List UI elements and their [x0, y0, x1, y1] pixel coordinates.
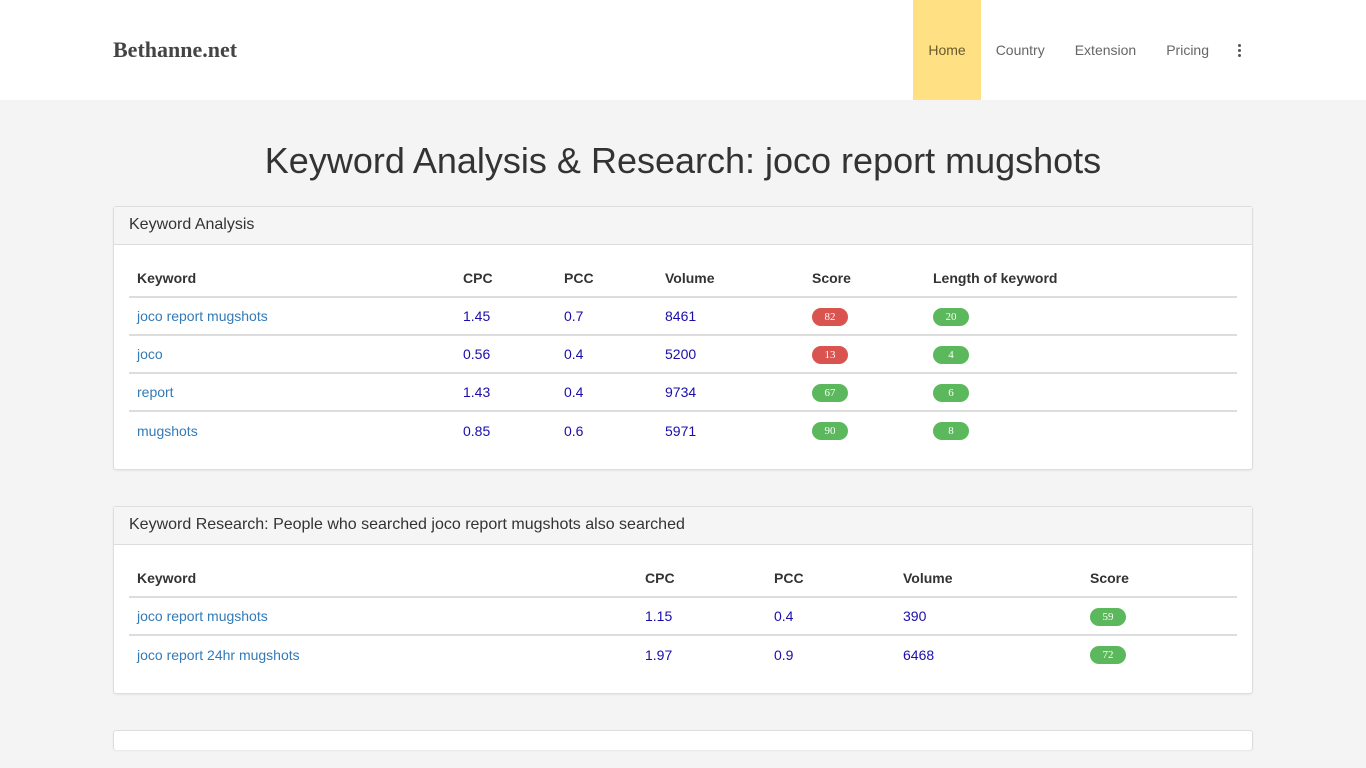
pcc-value: 0.6 — [564, 422, 584, 439]
table-header-row: Keyword CPC PCC Volume Score Length of k… — [129, 260, 1237, 298]
more-menu-button[interactable] — [1224, 0, 1253, 100]
volume-value: 390 — [895, 597, 1082, 636]
volume-value: 9734 — [657, 373, 804, 412]
score-badge: 90 — [812, 422, 848, 440]
cpc-value: 0.56 — [455, 335, 556, 374]
column-header: PCC — [556, 260, 657, 298]
column-header: Volume — [895, 560, 1082, 598]
pcc-value: 0.9 — [774, 646, 794, 663]
column-header: Score — [804, 260, 925, 298]
score-badge: 72 — [1090, 646, 1126, 664]
keyword-analysis-table: Keyword CPC PCC Volume Score Length of k… — [129, 260, 1237, 449]
pcc-value: 0.7 — [556, 297, 657, 336]
length-badge: 6 — [933, 383, 969, 402]
keyword-link[interactable]: joco report mugshots — [137, 308, 268, 324]
score-badge: 13 — [812, 345, 848, 364]
next-panel — [113, 730, 1253, 750]
column-header: PCC — [766, 560, 895, 598]
keyword-link[interactable]: mugshots — [137, 423, 198, 439]
pcc-value: 0.4 — [766, 597, 895, 636]
keyword-link[interactable]: joco — [137, 346, 163, 362]
table-row: mugshots 0.85 0.6 5971 90 8 — [129, 411, 1237, 449]
column-header: Score — [1082, 560, 1237, 598]
nav-extension[interactable]: Extension — [1060, 0, 1151, 100]
length-badge: 20 — [933, 307, 969, 326]
keyword-link[interactable]: joco report 24hr mugshots — [137, 647, 300, 663]
score-badge: 67 — [812, 383, 848, 402]
pcc-value: 0.4 — [556, 373, 657, 412]
volume-value: 6468 — [903, 646, 935, 663]
nav-pricing[interactable]: Pricing — [1151, 0, 1224, 100]
cpc-value: 1.97 — [645, 646, 673, 663]
score-badge: 82 — [812, 307, 848, 326]
vertical-ellipsis-icon — [1238, 43, 1241, 57]
column-header: Volume — [657, 260, 804, 298]
keyword-analysis-panel: Keyword Analysis Keyword CPC PCC Volume … — [113, 206, 1253, 470]
volume-value: 5971 — [665, 422, 697, 439]
score-badge: 59 — [1090, 607, 1126, 626]
column-header: CPC — [637, 560, 766, 598]
brand-logo[interactable]: Bethanne.net — [113, 37, 237, 63]
table-row: joco report 24hr mugshots 1.97 0.9 6468 … — [129, 635, 1237, 673]
table-row: joco report mugshots 1.15 0.4 390 59 — [129, 597, 1237, 636]
panel-heading: Keyword Analysis — [114, 207, 1252, 245]
length-badge: 4 — [933, 345, 969, 364]
length-badge: 8 — [933, 422, 969, 440]
cpc-value: 0.85 — [463, 422, 491, 439]
keyword-research-panel: Keyword Research: People who searched jo… — [113, 506, 1253, 694]
column-header: Keyword — [129, 560, 637, 598]
volume-value: 5200 — [657, 335, 804, 374]
keyword-link[interactable]: report — [137, 384, 174, 400]
table-row: report 1.43 0.4 9734 67 6 — [129, 373, 1237, 412]
cpc-value: 1.43 — [455, 373, 556, 412]
column-header: Length of keyword — [925, 260, 1237, 298]
table-row: joco report mugshots 1.45 0.7 8461 82 20 — [129, 297, 1237, 336]
volume-value: 8461 — [657, 297, 804, 336]
column-header: CPC — [455, 260, 556, 298]
navbar: Bethanne.net Home Country Extension Pric… — [0, 0, 1366, 100]
column-header: Keyword — [129, 260, 455, 298]
keyword-link[interactable]: joco report mugshots — [137, 608, 268, 624]
table-row: joco 0.56 0.4 5200 13 4 — [129, 335, 1237, 374]
cpc-value: 1.15 — [637, 597, 766, 636]
pcc-value: 0.4 — [556, 335, 657, 374]
nav-home[interactable]: Home — [913, 0, 981, 100]
nav-country[interactable]: Country — [981, 0, 1060, 100]
panel-heading: Keyword Research: People who searched jo… — [114, 507, 1252, 545]
table-header-row: Keyword CPC PCC Volume Score — [129, 560, 1237, 598]
cpc-value: 1.45 — [455, 297, 556, 336]
page-title: Keyword Analysis & Research: joco report… — [264, 140, 1102, 181]
main-nav: Home Country Extension Pricing — [913, 0, 1253, 100]
keyword-research-table: Keyword CPC PCC Volume Score joco report… — [129, 560, 1237, 673]
